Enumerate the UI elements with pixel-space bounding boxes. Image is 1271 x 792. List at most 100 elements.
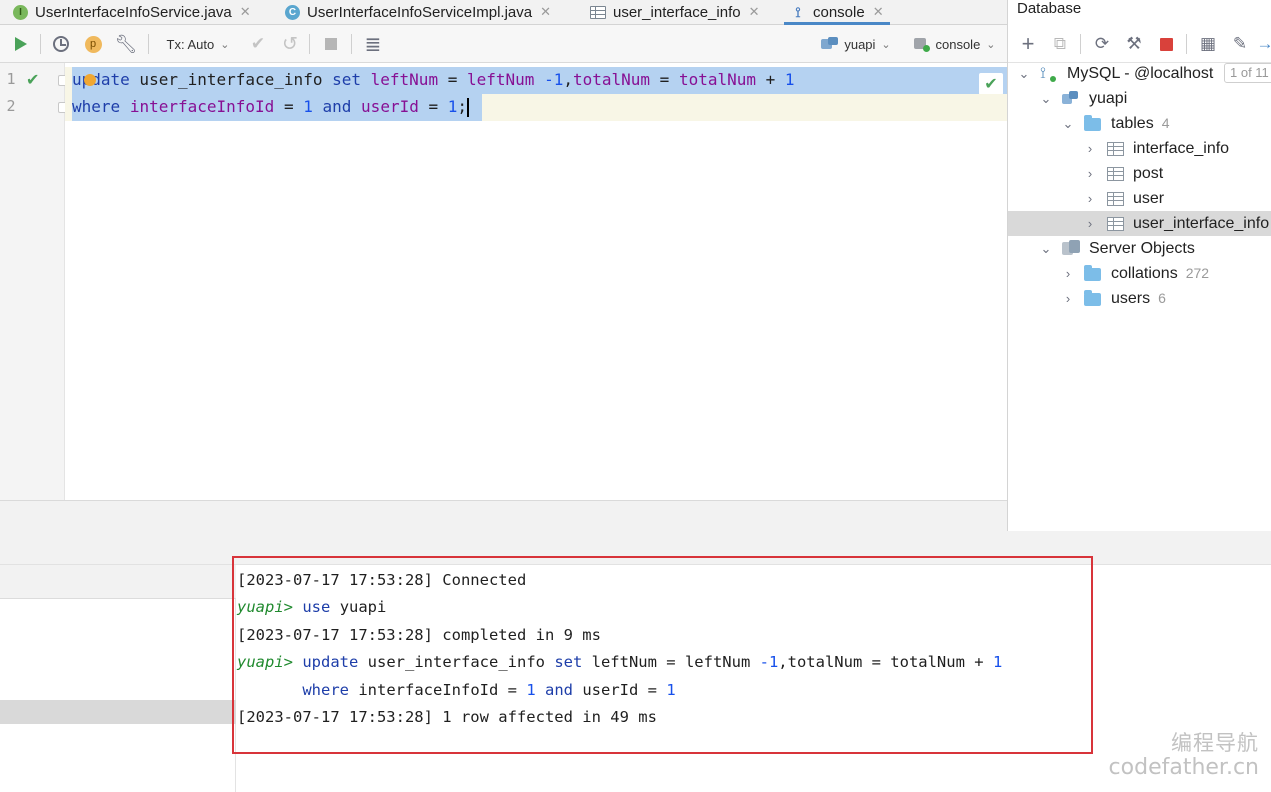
pager-badge[interactable]: 1 of 11: [1224, 63, 1271, 83]
editor-status-strip: [0, 500, 1007, 531]
chevron-right-icon[interactable]: ›: [1084, 216, 1096, 231]
tree-node-user-interface-info[interactable]: › user_interface_info: [1008, 211, 1271, 236]
watermark-en: codefather.cn: [1108, 755, 1259, 780]
refresh-icon: ⟳: [1094, 34, 1110, 53]
tab-user-interface-info-table[interactable]: user_interface_info ✕: [590, 0, 760, 24]
interface-icon: I: [13, 4, 28, 20]
stop-icon: [325, 38, 337, 50]
tree-node-post[interactable]: › post: [1008, 161, 1271, 186]
tools-icon: ⚒: [1126, 34, 1142, 53]
chevron-right-icon[interactable]: ›: [1084, 191, 1096, 206]
table-editor-button[interactable]: ▦: [1196, 25, 1220, 63]
sql-line-1: update user_interface_info set leftNum =…: [72, 70, 795, 89]
grid-icon: ▦: [1199, 34, 1217, 53]
chevron-down-icon: ⌄: [881, 38, 891, 51]
tree-node-label: Server Objects: [1089, 239, 1195, 257]
properties-button[interactable]: ⚒: [1122, 25, 1146, 63]
chevron-right-icon[interactable]: ›: [1084, 141, 1096, 156]
stop-button[interactable]: [320, 25, 342, 63]
table-icon: [1107, 142, 1124, 156]
close-icon[interactable]: ✕: [240, 4, 251, 20]
tx-mode-dropdown[interactable]: Tx: Auto ⌄: [160, 25, 236, 63]
tree-node-label: user_interface_info: [1133, 214, 1270, 232]
line-number: 2: [6, 97, 16, 115]
tree-node-label: post: [1133, 164, 1164, 182]
profile-button[interactable]: p: [82, 25, 104, 63]
add-datasource-button[interactable]: +: [1016, 25, 1040, 63]
tree-node-count: 272: [1185, 264, 1210, 281]
chevron-right-icon[interactable]: ›: [1062, 266, 1074, 281]
code-line[interactable]: update user_interface_info set leftNum =…: [65, 67, 1007, 95]
output-format-button[interactable]: ≣: [361, 25, 385, 63]
highlight-annotation-box: [232, 556, 1093, 754]
schema-dropdown[interactable]: yuapi ⌄: [818, 25, 894, 63]
inspection-ok-icon[interactable]: ✔: [979, 73, 1003, 95]
tree-node-server-objects[interactable]: ⌄ Server Objects: [1008, 236, 1271, 261]
tab-user-interface-info-service[interactable]: I UserInterfaceInfoService.java ✕: [13, 0, 251, 24]
tree-node-yuapi[interactable]: ⌄ yuapi: [1008, 86, 1271, 111]
chevron-down-icon[interactable]: ⌄: [1040, 91, 1052, 107]
tab-label: user_interface_info: [613, 3, 741, 21]
tree-node-tables[interactable]: ⌄ tables 4: [1008, 111, 1271, 136]
folder-icon: [1084, 265, 1101, 281]
tree-node-collations[interactable]: › collations 272: [1008, 261, 1271, 286]
code-line[interactable]: where interfaceInfoId = 1 and userId = 1…: [65, 94, 1007, 121]
tab-console[interactable]: ⟟ console ✕: [784, 0, 890, 25]
disconnect-button[interactable]: [1154, 25, 1178, 63]
editor-gutter: 1 2: [0, 63, 69, 500]
tree-node-users[interactable]: › users 6: [1008, 286, 1271, 311]
edit-source-button[interactable]: ✎: [1228, 25, 1252, 63]
console-session-icon: [914, 37, 931, 52]
close-icon[interactable]: ✕: [873, 4, 884, 20]
folder-icon: [1084, 290, 1101, 306]
chevron-right-icon[interactable]: ›: [1084, 166, 1096, 181]
p-badge-icon: p: [84, 35, 102, 53]
toolbar-divider: [148, 34, 149, 54]
jump-to-button[interactable]: →: [1257, 25, 1271, 63]
table-icon: [590, 5, 606, 19]
tree-node-interface-info[interactable]: › interface_info: [1008, 136, 1271, 161]
toolbar-divider: [1080, 34, 1081, 54]
copy-icon: ⧉: [1053, 34, 1067, 53]
history-button[interactable]: [50, 25, 72, 63]
tab-label: UserInterfaceInfoService.java: [35, 3, 232, 21]
chevron-down-icon[interactable]: ⌄: [1040, 241, 1052, 257]
tree-node-label: users 6: [1111, 289, 1166, 307]
close-icon[interactable]: ✕: [749, 4, 760, 20]
chevron-down-icon[interactable]: ⌄: [1018, 66, 1030, 82]
tab-user-interface-info-service-impl[interactable]: C UserInterfaceInfoServiceImpl.java ✕: [285, 0, 551, 24]
commit-button[interactable]: ✔: [247, 25, 269, 63]
chevron-down-icon[interactable]: ⌄: [1062, 116, 1074, 132]
tab-label: UserInterfaceInfoServiceImpl.java: [307, 3, 533, 21]
rollback-button[interactable]: ↺: [279, 25, 301, 63]
tree-node-label: MySQL - @localhost: [1067, 64, 1214, 82]
services-pane-header: [0, 565, 236, 599]
lightbulb-icon[interactable]: [84, 74, 96, 86]
database-panel-title: Database: [1017, 0, 1082, 17]
services-tree-pane: [0, 565, 236, 792]
tree-node-user[interactable]: › user: [1008, 186, 1271, 211]
tree-node-label: collations 272: [1111, 264, 1210, 282]
tab-label: console: [813, 3, 865, 21]
session-dropdown[interactable]: console ⌄: [910, 25, 1000, 63]
tx-mode-label: Tx: Auto: [166, 36, 215, 52]
run-button[interactable]: [10, 25, 32, 63]
schema-icon: [1062, 91, 1078, 105]
chevron-down-icon: ⌄: [220, 38, 230, 51]
chevron-right-icon[interactable]: ›: [1062, 291, 1074, 306]
database-panel: Database + ⧉ ⟳ ⚒ ▦ ✎ → ⌄ ⟟ MySQL - @loca…: [1007, 0, 1271, 531]
settings-button[interactable]: 🔧︎: [114, 25, 138, 63]
tree-node-mysql-localhost[interactable]: ⌄ ⟟ MySQL - @localhost 1 of 11: [1008, 61, 1271, 86]
table-view-icon: ≣: [364, 33, 382, 56]
toolbar-divider: [309, 34, 310, 54]
services-selected-row[interactable]: [0, 700, 236, 724]
rollback-icon: ↺: [282, 33, 298, 55]
refresh-button[interactable]: ⟳: [1090, 25, 1114, 63]
executed-check-icon: ✔: [26, 72, 40, 89]
tree-node-count: 6: [1158, 289, 1166, 306]
mysql-icon: ⟟: [1040, 65, 1056, 83]
sql-editor[interactable]: update user_interface_info set leftNum =…: [65, 63, 1007, 500]
duplicate-button[interactable]: ⧉: [1048, 25, 1072, 63]
commit-icon: ✔: [250, 34, 266, 53]
close-icon[interactable]: ✕: [540, 4, 551, 20]
